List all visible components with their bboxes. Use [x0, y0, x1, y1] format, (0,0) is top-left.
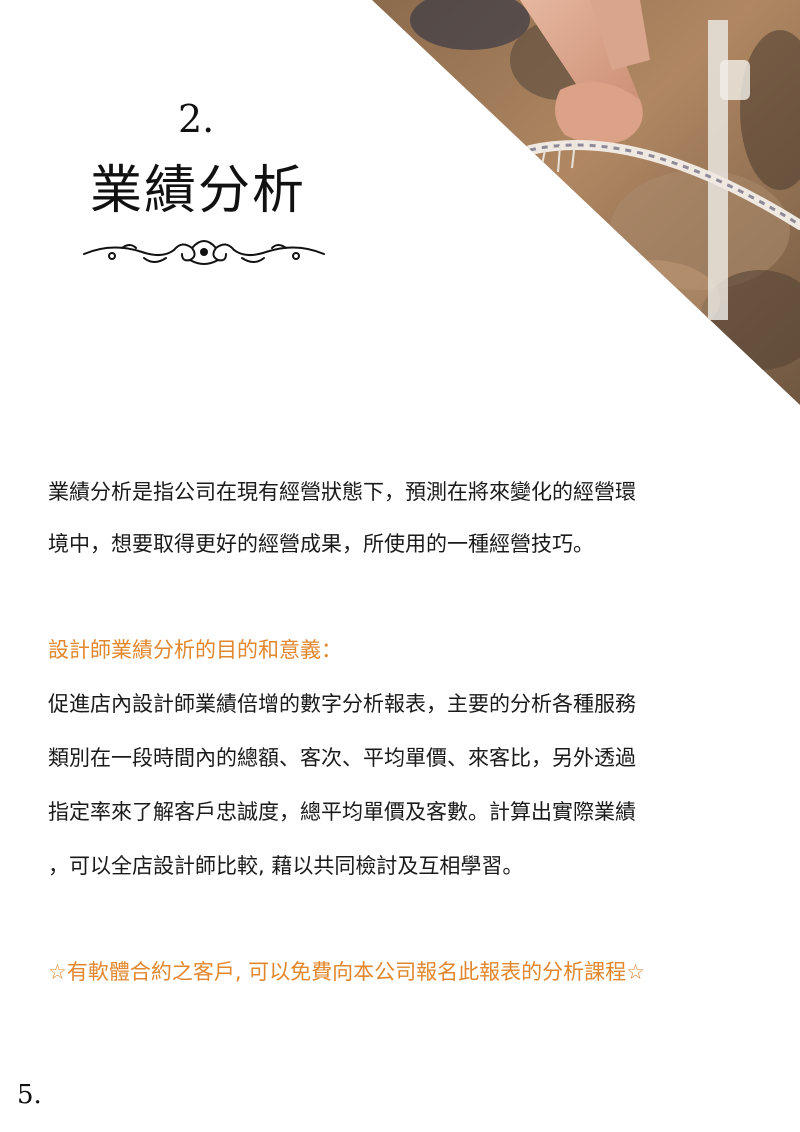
ornament-divider [83, 240, 325, 265]
purpose-line-2: 類別在一段時間內的總額、客次、平均單價、來客比，另外透過 [48, 746, 636, 770]
purpose-line-1: 促進店內設計師業績倍增的數字分析報表，主要的分析各種服務 [48, 692, 636, 716]
page-number: 5. [17, 1080, 42, 1110]
purpose-heading: 設計師業績分析的目的和意義： [48, 638, 342, 662]
training-notice: ☆有軟體合約之客戶, 可以免費向本公司報名此報表的分析課程☆ [48, 960, 646, 984]
purpose-line-4: ，可以全店設計師比較, 藉以共同檢討及互相學習。 [48, 854, 524, 878]
chapter-title: 業績分析 [90, 161, 307, 221]
chapter-number: 2. [178, 97, 215, 141]
intro-line-1: 業績分析是指公司在現有經營狀態下，預測在將來變化的經營環 [48, 480, 636, 504]
purpose-line-3: 指定率來了解客戶忠誠度，總平均單價及客數。計算出實際業績 [48, 800, 636, 824]
intro-line-2: 境中，想要取得更好的經營成果，所使用的一種經營技巧。 [48, 532, 594, 556]
